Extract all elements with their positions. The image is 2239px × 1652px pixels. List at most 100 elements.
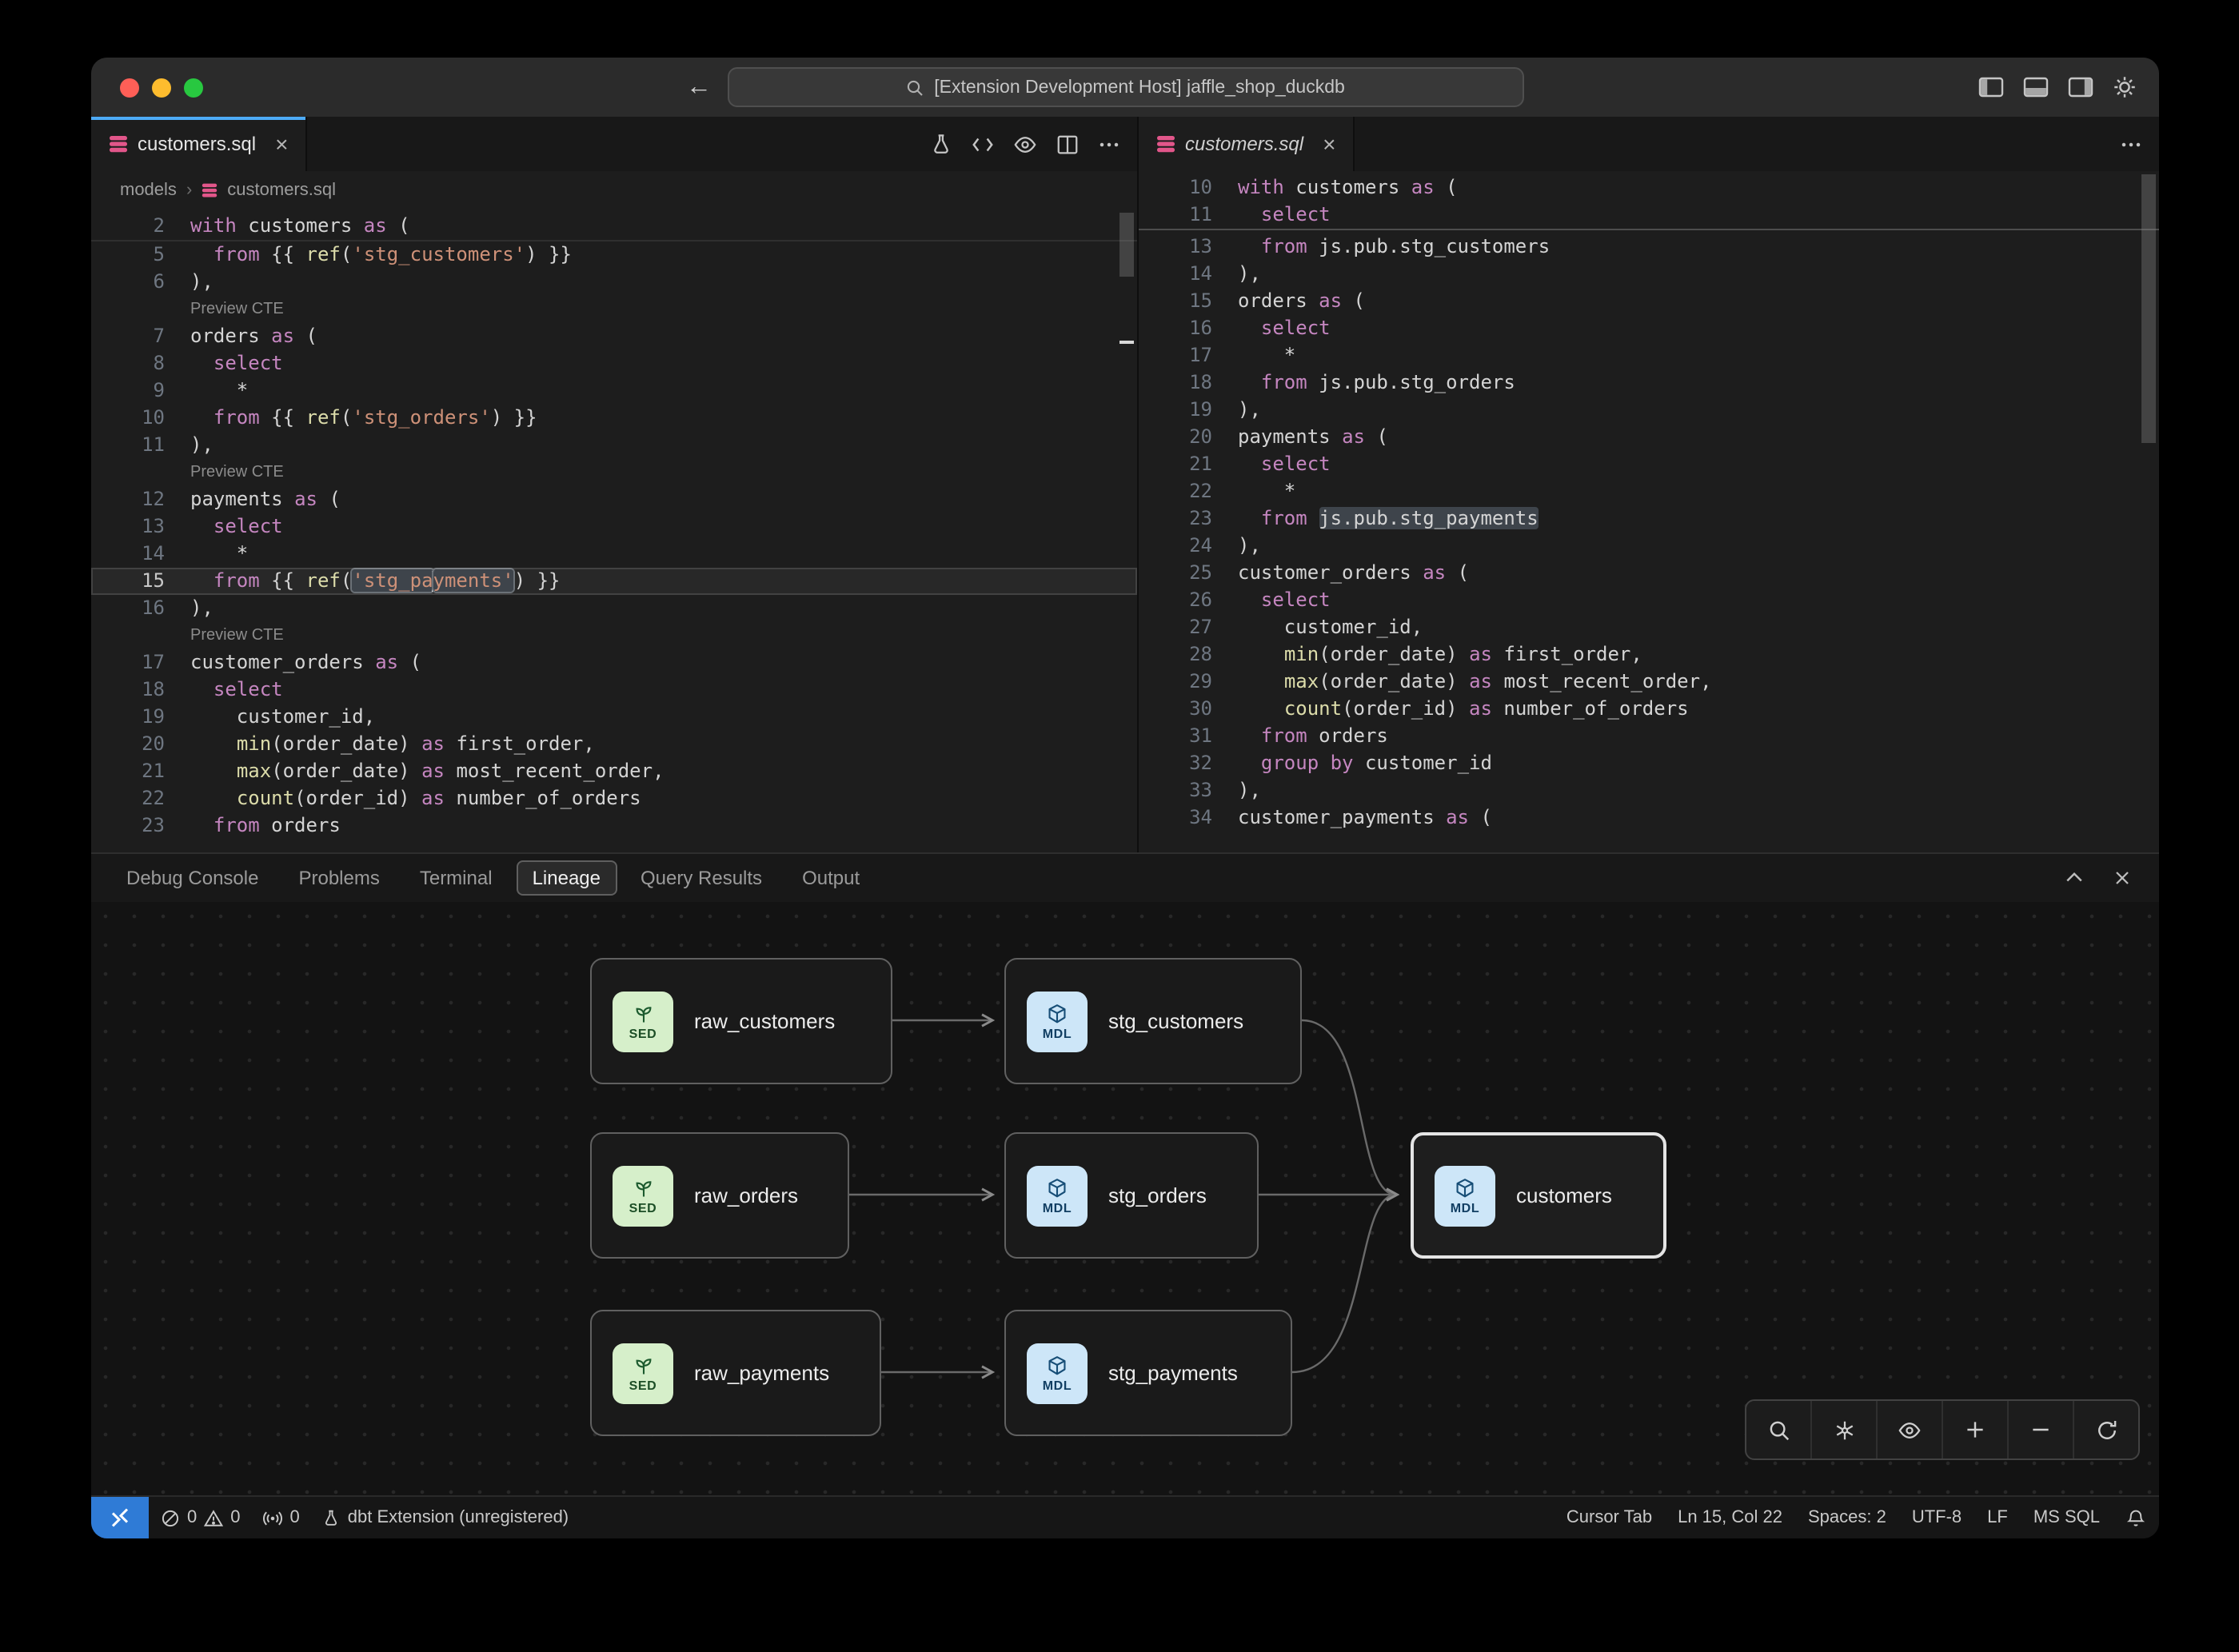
code-line-5[interactable]: 5 from {{ ref('stg_customers') }} — [91, 241, 1137, 269]
scrollbar-thumb[interactable] — [2141, 174, 2156, 443]
scrollbar-thumb[interactable] — [1120, 213, 1134, 277]
line-number[interactable]: 20 — [91, 731, 190, 758]
line-number[interactable]: 11 — [1139, 202, 1238, 229]
line-number[interactable]: 20 — [1139, 424, 1238, 451]
panel-tab-lineage[interactable]: Lineage — [517, 860, 617, 896]
close-panel-icon[interactable] — [2111, 867, 2133, 889]
line-number[interactable]: 18 — [1139, 369, 1238, 397]
line-number[interactable]: 18 — [91, 676, 190, 704]
code-line-9[interactable]: 9 * — [91, 377, 1137, 405]
lineage-node-stg_payments[interactable]: MDLstg_payments — [1004, 1310, 1292, 1436]
code-line-14[interactable]: 14 * — [91, 541, 1137, 568]
code-line-21[interactable]: 21 max(order_date) as most_recent_order, — [91, 758, 1137, 785]
line-number[interactable]: 24 — [1139, 533, 1238, 560]
panel-tab-problems[interactable]: Problems — [282, 860, 395, 896]
line-number[interactable]: 28 — [1139, 641, 1238, 668]
line-number[interactable]: 5 — [91, 241, 190, 269]
line-number[interactable]: 14 — [91, 541, 190, 568]
code-line-20[interactable]: 20payments as ( — [1139, 424, 2159, 451]
code-line-28[interactable]: 28 min(order_date) as first_order, — [1139, 641, 2159, 668]
line-number[interactable]: 16 — [1139, 315, 1238, 342]
code-line-17[interactable]: 17 * — [1139, 342, 2159, 369]
code-line-8[interactable]: 8 select — [91, 350, 1137, 377]
code-line-23[interactable]: 23 from js.pub.stg_payments — [1139, 505, 2159, 533]
compiled-code-editor[interactable]: 10with customers as (11 select 13 from j… — [1139, 171, 2159, 852]
zoom-out-icon[interactable] — [2007, 1401, 2073, 1458]
split-editor-icon[interactable] — [1056, 132, 1080, 156]
close-tab-icon[interactable]: × — [1323, 133, 1335, 155]
toggle-sidebar-icon[interactable] — [1978, 77, 2004, 98]
cursor-tab-status[interactable]: Cursor Tab — [1554, 1497, 1665, 1538]
line-number[interactable]: 19 — [1139, 397, 1238, 424]
maximize-panel-chevron-icon[interactable] — [2063, 867, 2085, 889]
line-number[interactable]: 17 — [1139, 342, 1238, 369]
code-line-2[interactable]: 2with customers as ( — [91, 213, 1137, 241]
code-line-13[interactable]: 13 select — [91, 513, 1137, 541]
flask-icon[interactable] — [929, 132, 953, 156]
panel-tab-query-results[interactable]: Query Results — [625, 860, 778, 896]
code-line-27[interactable]: 27 customer_id, — [1139, 614, 2159, 641]
search-icon[interactable] — [1746, 1401, 1810, 1458]
codelens-preview-cte[interactable]: Preview CTE — [91, 459, 1137, 486]
line-number[interactable]: 12 — [91, 486, 190, 513]
line-number[interactable]: 13 — [1139, 233, 1238, 261]
breadcrumb[interactable]: models › customers.sql — [91, 171, 1137, 209]
line-number[interactable]: 10 — [1139, 174, 1238, 202]
code-line-16[interactable]: 16 select — [1139, 315, 2159, 342]
eol-status[interactable]: LF — [1974, 1497, 2021, 1538]
panel-tab-debug-console[interactable]: Debug Console — [110, 860, 274, 896]
code-line-17[interactable]: 17customer_orders as ( — [91, 649, 1137, 676]
code-line-23[interactable]: 23 from orders — [91, 812, 1137, 840]
lineage-graph-canvas[interactable]: SEDraw_customersMDLstg_customersSEDraw_o… — [91, 902, 2159, 1495]
line-col-status[interactable]: Ln 15, Col 22 — [1665, 1497, 1795, 1538]
code-line-34[interactable]: 34customer_payments as ( — [1139, 804, 2159, 832]
code-icon[interactable] — [971, 132, 995, 156]
fit-view-icon[interactable] — [1810, 1401, 1876, 1458]
ports-status[interactable]: 0 — [252, 1497, 311, 1538]
line-number[interactable]: 33 — [1139, 777, 1238, 804]
line-number[interactable]: 17 — [91, 649, 190, 676]
line-number[interactable]: 7 — [91, 323, 190, 350]
code-line-21[interactable]: 21 select — [1139, 451, 2159, 478]
code-line-7[interactable]: 7orders as ( — [91, 323, 1137, 350]
more-actions-icon[interactable] — [1097, 132, 1121, 156]
lineage-node-raw_payments[interactable]: SEDraw_payments — [590, 1310, 881, 1436]
code-line-32[interactable]: 32 group by customer_id — [1139, 750, 2159, 777]
line-number[interactable]: 32 — [1139, 750, 1238, 777]
line-number[interactable]: 31 — [1139, 723, 1238, 750]
line-number[interactable]: 14 — [1139, 261, 1238, 288]
code-line-14[interactable]: 14), — [1139, 261, 2159, 288]
line-number[interactable]: 11 — [91, 432, 190, 459]
panel-tab-output[interactable]: Output — [786, 860, 876, 896]
indentation-status[interactable]: Spaces: 2 — [1795, 1497, 1899, 1538]
code-line-6[interactable]: 6), — [91, 269, 1137, 296]
close-window-button[interactable] — [120, 78, 139, 98]
line-number[interactable]: 15 — [91, 568, 190, 595]
code-line-22[interactable]: 22 count(order_id) as number_of_orders — [91, 785, 1137, 812]
code-line-30[interactable]: 30 count(order_id) as number_of_orders — [1139, 696, 2159, 723]
line-number[interactable]: 23 — [1139, 505, 1238, 533]
line-number[interactable]: 22 — [1139, 478, 1238, 505]
line-number[interactable]: 26 — [1139, 587, 1238, 614]
code-line-20[interactable]: 20 min(order_date) as first_order, — [91, 731, 1137, 758]
language-mode-status[interactable]: MS SQL — [2021, 1497, 2113, 1538]
problems-status[interactable]: 0 0 — [149, 1497, 252, 1538]
code-line-15[interactable]: 15 from {{ ref('stg_payments') }} — [91, 568, 1137, 595]
code-line-11[interactable]: 11), — [91, 432, 1137, 459]
line-number[interactable]: 2 — [91, 213, 190, 240]
notifications-bell-icon[interactable] — [2113, 1497, 2159, 1538]
line-number[interactable]: 22 — [91, 785, 190, 812]
breadcrumb-models[interactable]: models — [120, 181, 177, 200]
zoom-window-button[interactable] — [184, 78, 203, 98]
zoom-in-icon[interactable] — [1942, 1401, 2007, 1458]
code-line-10[interactable]: 10 from {{ ref('stg_orders') }} — [91, 405, 1137, 432]
lineage-node-raw_customers[interactable]: SEDraw_customers — [590, 958, 892, 1084]
line-number[interactable]: 15 — [1139, 288, 1238, 315]
reset-refresh-icon[interactable] — [2073, 1401, 2138, 1458]
code-line-26[interactable]: 26 select — [1139, 587, 2159, 614]
code-line-19[interactable]: 19), — [1139, 397, 2159, 424]
line-number[interactable]: 10 — [91, 405, 190, 432]
tab-customers-sql-right[interactable]: customers.sql × — [1139, 117, 1355, 171]
more-actions-icon[interactable] — [2119, 132, 2143, 156]
code-line-13[interactable]: 13 from js.pub.stg_customers — [1139, 233, 2159, 261]
